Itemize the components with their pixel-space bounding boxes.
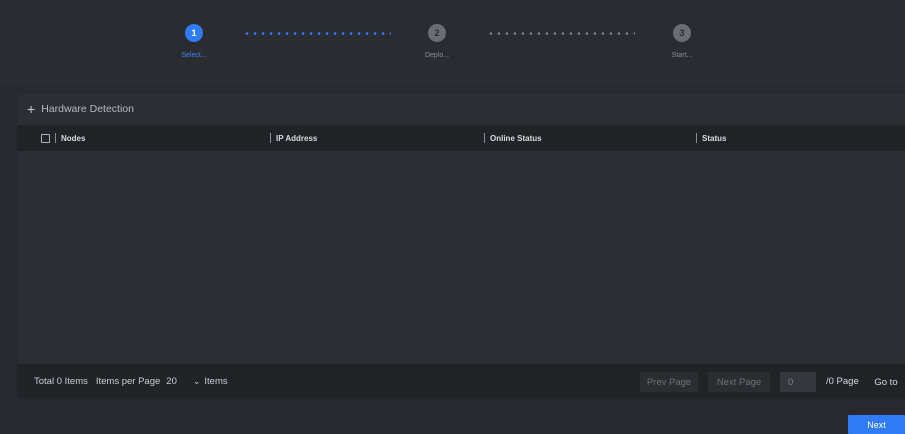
next-page-button[interactable]: Next Page xyxy=(708,372,770,392)
column-ip-address: IP Address xyxy=(270,125,317,151)
page-total: /0 Page xyxy=(826,375,859,387)
column-nodes: Nodes xyxy=(41,125,85,151)
select-all-checkbox[interactable] xyxy=(41,133,50,143)
goto-button[interactable]: Go to xyxy=(869,372,903,392)
per-page-label: Items per Page xyxy=(95,375,161,387)
wizard-stepper: 1 Select... 2 Deplo... 3 Start... xyxy=(0,0,905,86)
step-connector-2 xyxy=(487,32,635,35)
column-divider xyxy=(484,133,485,143)
pagination-summary: Total 0 Items Items per Page 20 ⌄ Items xyxy=(34,364,232,398)
hardware-detection-button[interactable]: + Hardware Detection xyxy=(17,93,905,125)
column-online-label: Online Status xyxy=(490,133,542,143)
step-3-label: Start... xyxy=(671,52,693,59)
column-status: Status xyxy=(696,125,726,151)
step-deploy[interactable]: 2 Deplo... xyxy=(407,24,467,59)
column-divider xyxy=(696,133,697,143)
page-number-input[interactable] xyxy=(780,372,816,392)
items-label: Items xyxy=(204,375,228,387)
step-3-badge: 3 xyxy=(673,24,691,42)
table-body xyxy=(17,151,905,364)
total-items: Total 0 Items xyxy=(34,375,88,387)
table-header: Nodes IP Address Online Status Status xyxy=(17,125,905,151)
column-ip-label: IP Address xyxy=(276,133,318,143)
hardware-detection-label: Hardware Detection xyxy=(41,103,134,115)
step-select[interactable]: 1 Select... xyxy=(164,24,224,59)
next-button[interactable]: Next xyxy=(848,415,905,434)
step-2-badge: 2 xyxy=(428,24,446,42)
chevron-down-icon[interactable]: ⌄ xyxy=(193,376,201,387)
prev-page-button[interactable]: Prev Page xyxy=(640,372,698,392)
column-divider xyxy=(270,133,271,143)
per-page-value[interactable]: 20 xyxy=(166,376,177,387)
step-1-badge: 1 xyxy=(185,24,203,42)
step-start[interactable]: 3 Start... xyxy=(652,24,712,59)
column-divider xyxy=(55,133,56,143)
column-nodes-label: Nodes xyxy=(61,133,86,143)
column-online-status: Online Status xyxy=(484,125,542,151)
step-connector-1 xyxy=(243,32,391,35)
pagination-bar: Total 0 Items Items per Page 20 ⌄ Items … xyxy=(17,364,905,398)
step-2-label: Deplo... xyxy=(424,52,450,59)
column-status-label: Status xyxy=(702,133,727,143)
plus-icon: + xyxy=(27,101,36,117)
step-1-label: Select... xyxy=(181,52,207,59)
